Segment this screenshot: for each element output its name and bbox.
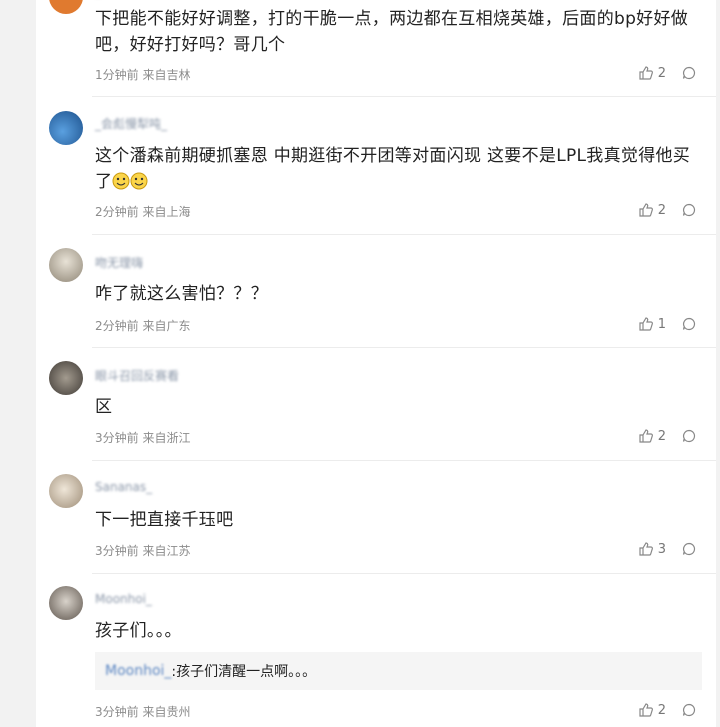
comment-item: 吻无理嗨 咋了就这么害怕？？？ 2分钟前 来自广东 1	[36, 235, 716, 347]
sub-reply[interactable]: Moonhoi_ :孩子们清醒一点啊。。。	[95, 652, 702, 690]
avatar[interactable]	[49, 111, 83, 145]
reply-icon[interactable]	[682, 317, 696, 331]
avatar[interactable]	[49, 248, 83, 282]
comment-meta: 3分钟前 来自贵州	[95, 703, 190, 720]
avatar[interactable]	[49, 361, 83, 395]
avatar[interactable]	[49, 0, 83, 14]
comment-location: 来自江苏	[142, 544, 191, 558]
like-button[interactable]: 2	[638, 202, 666, 218]
like-count: 2	[657, 202, 666, 218]
comment-meta: 3分钟前 来自浙江	[95, 429, 190, 446]
comment-time: 3分钟前	[95, 544, 139, 558]
reply-icon[interactable]	[682, 703, 696, 717]
comment-meta: 2分钟前 来自广东	[95, 317, 190, 334]
smile-emoji-icon	[130, 172, 148, 190]
comment-location: 来自吉林	[142, 68, 191, 82]
comment-location: 来自上海	[142, 205, 191, 219]
comment-meta: 1分钟前 来自吉林	[95, 66, 190, 83]
thumbs-up-icon	[639, 66, 653, 80]
like-count: 2	[657, 65, 666, 81]
comment-location: 来自浙江	[142, 431, 191, 445]
comment-item: _ 下把能不能好好调整，打的干脆一点，两边都在互相烧英雄，后面的bp好好做吧，好…	[36, 0, 716, 96]
like-button[interactable]: 3	[638, 541, 666, 557]
reply-icon[interactable]	[682, 66, 696, 80]
comment-time: 2分钟前	[95, 319, 139, 333]
like-count: 2	[657, 702, 666, 718]
sub-reply-text: :孩子们清醒一点啊。。。	[171, 664, 317, 680]
username[interactable]: 眼斗召回反赛看	[95, 367, 179, 384]
comment-time: 2分钟前	[95, 205, 139, 219]
scrollbar-track[interactable]	[716, 0, 720, 727]
reply-icon[interactable]	[682, 429, 696, 443]
thumbs-up-icon	[639, 429, 653, 443]
comment-time: 3分钟前	[95, 431, 139, 445]
sub-reply-username[interactable]: Moonhoi_	[105, 663, 171, 679]
thumbs-up-icon	[639, 203, 653, 217]
thumbs-up-icon	[639, 703, 653, 717]
comment-text: 下把能不能好好调整，打的干脆一点，两边都在互相烧英雄，后面的bp好好做吧，好好打…	[95, 9, 689, 55]
comment-time: 1分钟前	[95, 68, 139, 82]
comment-item: _会彪慢犁吨_ 这个潘森前期硬抓塞恩 中期逛街不开团等对面闪现 这要不是LPL我…	[36, 97, 716, 234]
comment-meta: 2分钟前 来自上海	[95, 203, 190, 220]
like-count: 1	[657, 316, 666, 332]
comment-text: 下一把直接千珏吧	[95, 510, 234, 530]
like-count: 3	[657, 541, 666, 557]
reply-icon[interactable]	[682, 203, 696, 217]
comment-item: Sananas_ 下一把直接千珏吧 3分钟前 来自江苏 3	[36, 461, 716, 573]
comment-location: 来自贵州	[142, 705, 191, 719]
like-button[interactable]: 2	[638, 428, 666, 444]
like-button[interactable]: 2	[638, 65, 666, 81]
comment-time: 3分钟前	[95, 705, 139, 719]
comment-text: 咋了就这么害怕？？？	[95, 284, 268, 304]
username[interactable]: 吻无理嗨	[95, 254, 143, 271]
comment-text: 区	[95, 397, 113, 417]
username[interactable]: _会彪慢犁吨_	[95, 115, 167, 132]
like-button[interactable]: 2	[638, 702, 666, 718]
like-count: 2	[657, 428, 666, 444]
comment-item: Moonhoi_ 孩子们。。。 Moonhoi_ :孩子们清醒一点啊。。。 3分…	[36, 574, 716, 727]
username[interactable]: Moonhoi_	[95, 592, 152, 606]
comment-location: 来自广东	[142, 319, 191, 333]
thumbs-up-icon	[639, 542, 653, 556]
avatar[interactable]	[49, 586, 83, 620]
like-button[interactable]: 1	[638, 316, 666, 332]
comment-text: 孩子们。。。	[95, 621, 182, 641]
thumbs-up-icon	[639, 317, 653, 331]
reply-icon[interactable]	[682, 542, 696, 556]
avatar[interactable]	[49, 474, 83, 508]
comment-text: 这个潘森前期硬抓塞恩 中期逛街不开团等对面闪现 这要不是LPL我真觉得他买了	[95, 146, 691, 192]
left-gutter	[0, 0, 36, 727]
comment-meta: 3分钟前 来自江苏	[95, 542, 190, 559]
comment-item: 眼斗召回反赛看 区 3分钟前 来自浙江 2	[36, 348, 716, 460]
smile-emoji-icon	[112, 172, 130, 190]
username[interactable]: Sananas_	[95, 480, 152, 494]
